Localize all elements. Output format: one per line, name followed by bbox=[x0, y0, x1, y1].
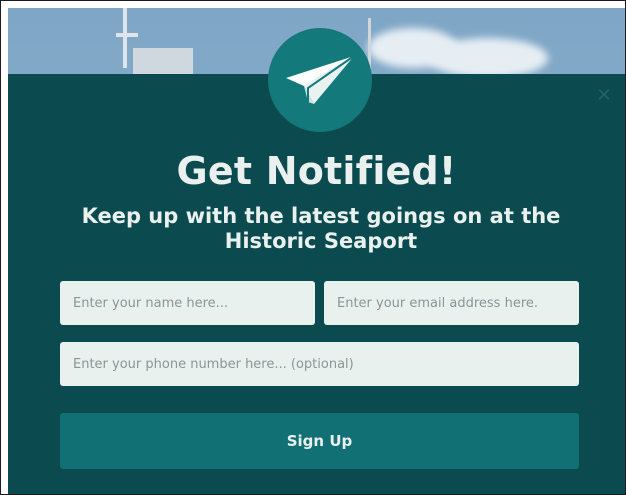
popup-subtitle: Keep up with the latest goings on at the… bbox=[81, 204, 561, 253]
paper-plane-badge bbox=[268, 28, 372, 132]
sign-up-button[interactable]: Sign Up bbox=[60, 413, 579, 469]
phone-input[interactable] bbox=[60, 342, 579, 386]
email-input[interactable] bbox=[324, 281, 579, 325]
screenshot-frame: ✕ Get Notified! Keep up with the latest … bbox=[0, 0, 626, 495]
name-input[interactable] bbox=[60, 281, 315, 325]
paper-plane-icon bbox=[286, 55, 355, 104]
popup-title: Get Notified! bbox=[176, 149, 457, 193]
close-icon[interactable]: ✕ bbox=[595, 86, 613, 104]
